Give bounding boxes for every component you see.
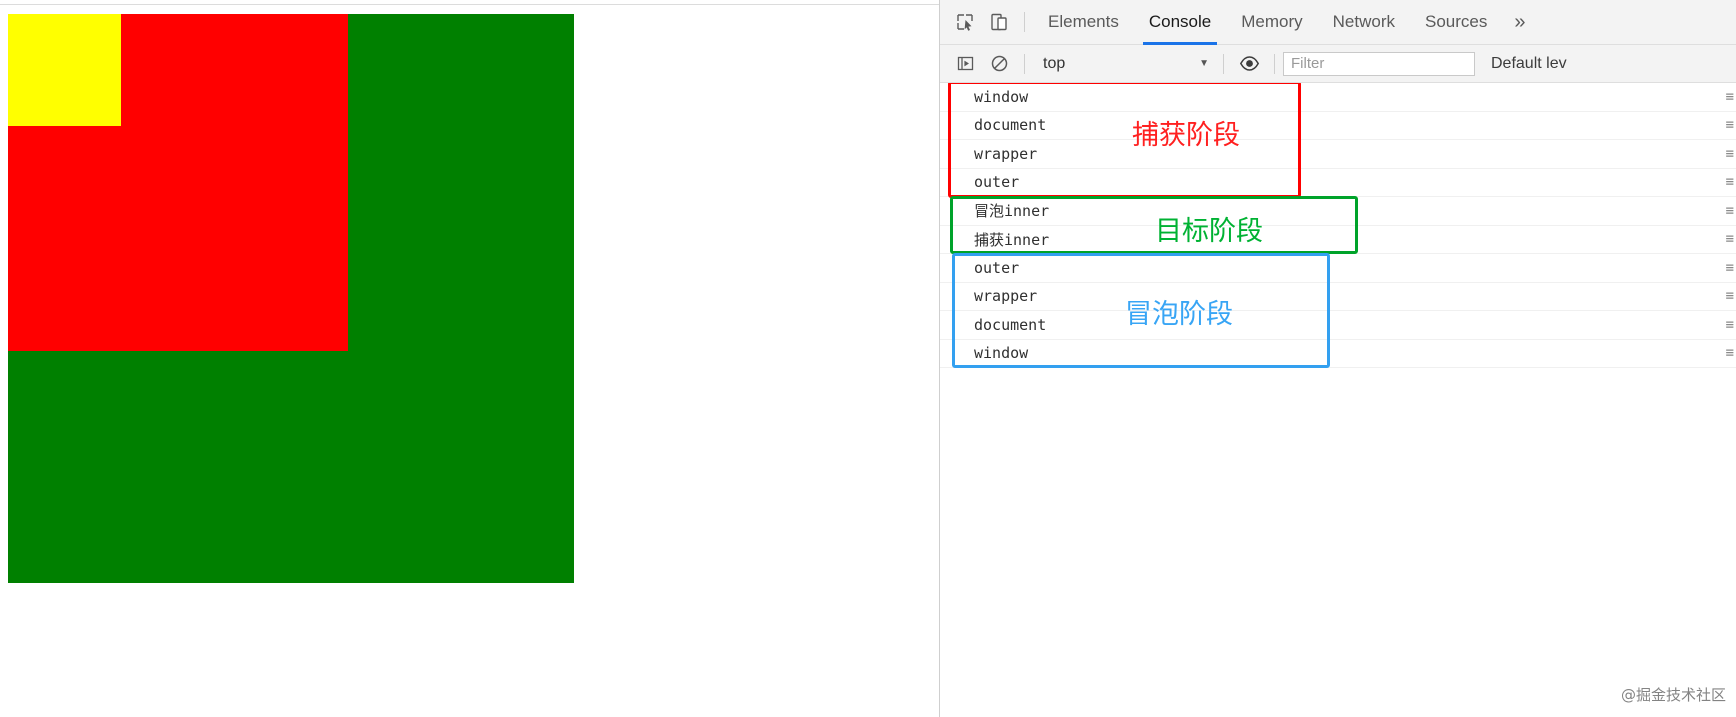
devtools-tabbar: Elements Console Memory Network Sources …	[940, 0, 1736, 45]
console-row[interactable]: document ≡	[940, 311, 1736, 340]
clear-console-icon[interactable]	[982, 47, 1016, 81]
tab-network[interactable]: Network	[1318, 0, 1410, 45]
log-level-select[interactable]: Default lev	[1491, 55, 1567, 73]
console-message-text: wrapper	[974, 287, 1038, 306]
inner-yellow-box[interactable]	[8, 14, 121, 126]
watermark-text: @掘金技术社区	[1620, 686, 1726, 704]
chevron-down-icon: ▼	[1199, 58, 1209, 69]
outer-green-box[interactable]	[8, 14, 574, 583]
annotation-label-target: 目标阶段	[1155, 216, 1263, 247]
devtools-panel: Elements Console Memory Network Sources …	[939, 0, 1736, 717]
console-message-text: 捕获inner	[974, 230, 1050, 249]
screenshot-root: Elements Console Memory Network Sources …	[0, 0, 1736, 717]
console-source-link[interactable]: ≡	[1726, 345, 1734, 361]
page-preview-area	[0, 0, 939, 717]
console-filterbar: top ▼ Default lev	[940, 45, 1736, 83]
tab-memory[interactable]: Memory	[1226, 0, 1317, 45]
annotation-label-capture: 捕获阶段	[1132, 120, 1240, 151]
console-filter-input[interactable]	[1283, 51, 1475, 76]
console-row[interactable]: 冒泡inner ≡	[940, 197, 1736, 226]
tab-console-label: Console	[1148, 12, 1212, 31]
console-message-text: window	[974, 344, 1029, 363]
tab-sources-label: Sources	[1425, 12, 1488, 31]
console-row[interactable]: wrapper ≡	[940, 283, 1736, 311]
more-tabs-icon[interactable]: »	[1502, 0, 1537, 45]
console-row[interactable]: document ≡	[940, 112, 1736, 140]
page-top-divider	[0, 0, 939, 5]
console-message-text: outer	[974, 173, 1020, 192]
console-row[interactable]: window ≡	[940, 83, 1736, 112]
toolbar-divider	[1024, 12, 1025, 32]
console-row[interactable]: outer ≡	[940, 254, 1736, 283]
console-row[interactable]: 捕获inner ≡	[940, 226, 1736, 254]
console-prompt-row[interactable]	[940, 368, 1736, 397]
tab-network-label: Network	[1332, 12, 1396, 31]
console-source-link[interactable]: ≡	[1726, 317, 1734, 333]
execution-context-value: top	[1043, 54, 1066, 72]
filterbar-divider-3	[1274, 53, 1275, 74]
console-source-link[interactable]: ≡	[1726, 89, 1734, 105]
tab-console[interactable]: Console	[1134, 0, 1226, 45]
tab-sources[interactable]: Sources	[1410, 0, 1502, 45]
console-row[interactable]: window ≡	[940, 340, 1736, 368]
console-message-text: wrapper	[974, 144, 1038, 163]
console-message-list[interactable]: window ≡ document ≡ wrapper ≡ outer ≡ 冒泡…	[940, 83, 1736, 717]
execute-sidebar-icon[interactable]	[948, 47, 982, 81]
console-source-link[interactable]: ≡	[1726, 146, 1734, 162]
tab-elements[interactable]: Elements	[1033, 0, 1134, 45]
console-source-link[interactable]: ≡	[1726, 117, 1734, 133]
live-expression-eye-icon[interactable]	[1232, 47, 1266, 81]
console-message-text: window	[974, 87, 1029, 106]
console-message-text: 冒泡inner	[974, 202, 1050, 221]
inspect-element-icon[interactable]	[948, 5, 982, 39]
console-message-text: document	[974, 116, 1047, 135]
console-row[interactable]: outer ≡	[940, 169, 1736, 197]
tab-memory-label: Memory	[1241, 12, 1303, 31]
annotation-label-bubble: 冒泡阶段	[1125, 299, 1233, 330]
filterbar-divider-1	[1024, 53, 1025, 74]
device-toolbar-icon[interactable]	[982, 5, 1016, 39]
console-source-link[interactable]: ≡	[1726, 174, 1734, 190]
tab-elements-label: Elements	[1048, 12, 1119, 31]
execution-context-select[interactable]: top ▼	[1033, 51, 1215, 77]
console-message-text: outer	[974, 258, 1020, 277]
console-source-link[interactable]: ≡	[1726, 288, 1734, 304]
wrapper-red-box[interactable]	[8, 14, 348, 351]
console-source-link[interactable]: ≡	[1726, 260, 1734, 276]
console-message-text: document	[974, 315, 1047, 334]
console-row[interactable]: wrapper ≡	[940, 140, 1736, 169]
console-source-link[interactable]: ≡	[1726, 231, 1734, 247]
filterbar-divider-2	[1223, 53, 1224, 74]
console-source-link[interactable]: ≡	[1726, 203, 1734, 219]
